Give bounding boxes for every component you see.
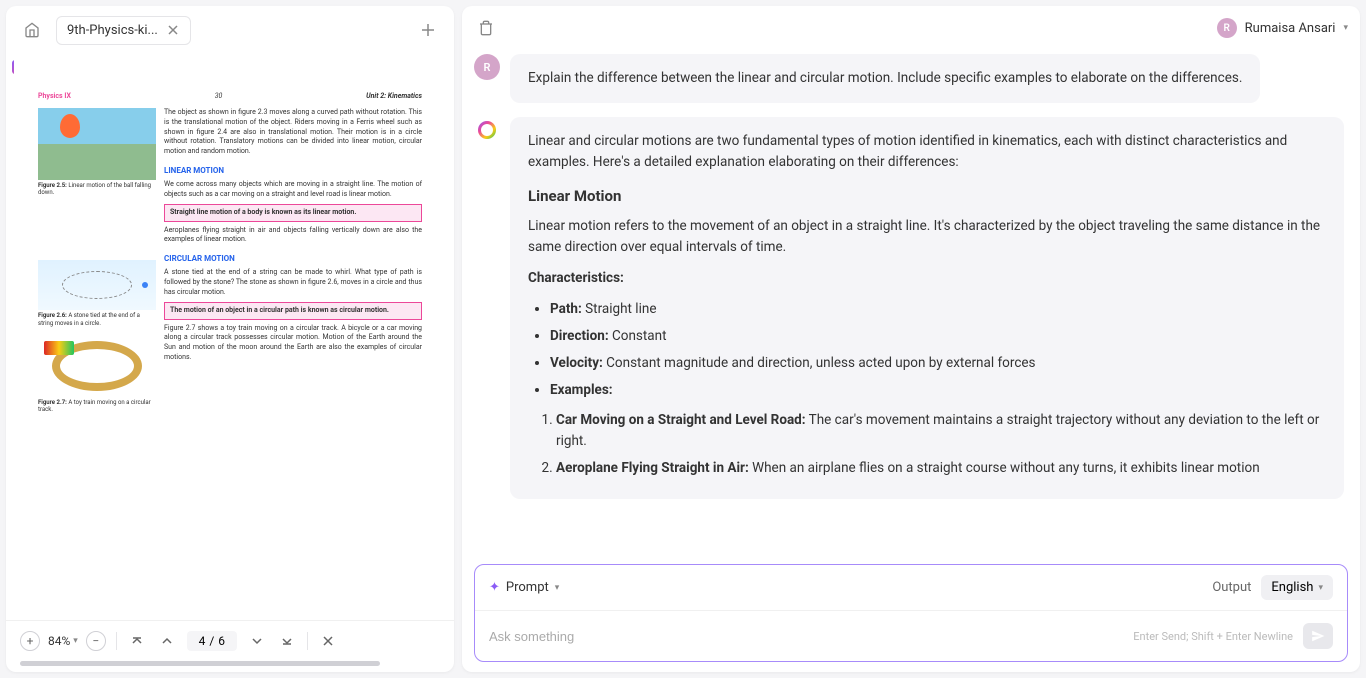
unit-title: Unit 2: Kinematics: [366, 92, 422, 100]
user-message-row: R Explain the difference between the lin…: [474, 54, 1344, 103]
user-menu[interactable]: R Rumaisa Ansari ▾: [1217, 18, 1348, 38]
output-label: Output: [1212, 580, 1251, 595]
chevron-down-icon: ▾: [555, 583, 560, 593]
avatar: R: [474, 54, 500, 80]
add-tab-button[interactable]: [412, 14, 444, 46]
username: Rumaisa Ansari: [1245, 21, 1336, 36]
pdf-panel: 9th-Physics-ki... UPDF Physics IX 30 Uni…: [6, 6, 454, 672]
page-input[interactable]: 4/6: [187, 631, 237, 651]
ai-avatar: [474, 117, 500, 143]
definition-box: Straight line motion of a body is known …: [164, 204, 422, 222]
figure-2-7: [38, 335, 156, 397]
prompt-mode-selector[interactable]: ✦ Prompt ▾: [489, 580, 559, 595]
zoom-out-button[interactable]: −: [86, 631, 106, 651]
figure-caption: Figure 2.6: A stone tied at the end of a…: [38, 312, 156, 326]
chevron-down-icon: ▾: [1343, 23, 1348, 33]
chat-input-area: ✦ Prompt ▾ Output English ▾ Enter Send; …: [474, 564, 1348, 662]
book-title: Physics IX: [38, 92, 71, 100]
document-tab[interactable]: 9th-Physics-ki...: [56, 16, 191, 45]
chat-header: R Rumaisa Ansari ▾: [474, 16, 1348, 40]
section-heading: LINEAR MOTION: [164, 165, 422, 176]
last-page-button[interactable]: [277, 631, 297, 651]
figure-2-5: [38, 108, 156, 180]
response-heading: Linear Motion: [528, 185, 1326, 208]
sparkle-icon: ✦: [489, 580, 500, 595]
send-icon: [1311, 629, 1325, 643]
page-header: Physics IX 30 Unit 2: Kinematics: [38, 92, 422, 100]
tab-label: 9th-Physics-ki...: [67, 23, 158, 38]
figure-caption: Figure 2.7: A toy train moving on a circ…: [38, 399, 156, 413]
pdf-viewport[interactable]: UPDF Physics IX 30 Unit 2: Kinematics Fi…: [6, 54, 454, 620]
home-icon: [24, 22, 40, 38]
tabs-bar: 9th-Physics-ki...: [6, 6, 454, 54]
prev-page-button[interactable]: [157, 631, 177, 651]
pdf-toolbar: + 84%▾ − 4/6: [6, 620, 454, 661]
language-selector[interactable]: English ▾: [1261, 575, 1333, 600]
close-toolbar-button[interactable]: [318, 631, 338, 651]
pdf-text-content: The object as shown in figure 2.3 moves …: [164, 108, 422, 421]
figure-caption: Figure 2.5: Figure 2.5: Linear motion of…: [38, 182, 156, 196]
chat-messages: R Explain the difference between the lin…: [474, 54, 1348, 554]
pdf-page: Physics IX 30 Unit 2: Kinematics Figure …: [14, 58, 446, 616]
chat-panel: R Rumaisa Ansari ▾ R Explain the differe…: [462, 6, 1360, 672]
definition-box: The motion of an object in a circular pa…: [164, 302, 422, 320]
trash-icon: [478, 20, 494, 36]
chat-input[interactable]: [489, 629, 1133, 644]
ai-logo-icon: [478, 121, 496, 139]
next-page-button[interactable]: [247, 631, 267, 651]
ai-message: Linear and circular motions are two fund…: [510, 117, 1344, 499]
delete-button[interactable]: [474, 16, 498, 40]
chevron-down-icon: ▾: [73, 636, 78, 646]
user-message: Explain the difference between the linea…: [510, 54, 1260, 103]
avatar: R: [1217, 18, 1237, 38]
zoom-level[interactable]: 84%▾: [48, 634, 78, 648]
send-button[interactable]: [1303, 623, 1333, 649]
input-hint: Enter Send; Shift + Enter Newline: [1133, 630, 1293, 643]
zoom-in-button[interactable]: +: [20, 631, 40, 651]
section-heading: CIRCULAR MOTION: [164, 253, 422, 264]
figure-2-6: [38, 260, 156, 310]
ai-message-row: Linear and circular motions are two fund…: [474, 117, 1344, 499]
chevron-down-icon: ▾: [1318, 583, 1323, 593]
horizontal-scrollbar[interactable]: [20, 661, 380, 666]
plus-icon: [420, 22, 436, 38]
first-page-button[interactable]: [127, 631, 147, 651]
close-icon[interactable]: [166, 23, 180, 37]
home-button[interactable]: [16, 14, 48, 46]
page-number: 30: [215, 92, 223, 100]
